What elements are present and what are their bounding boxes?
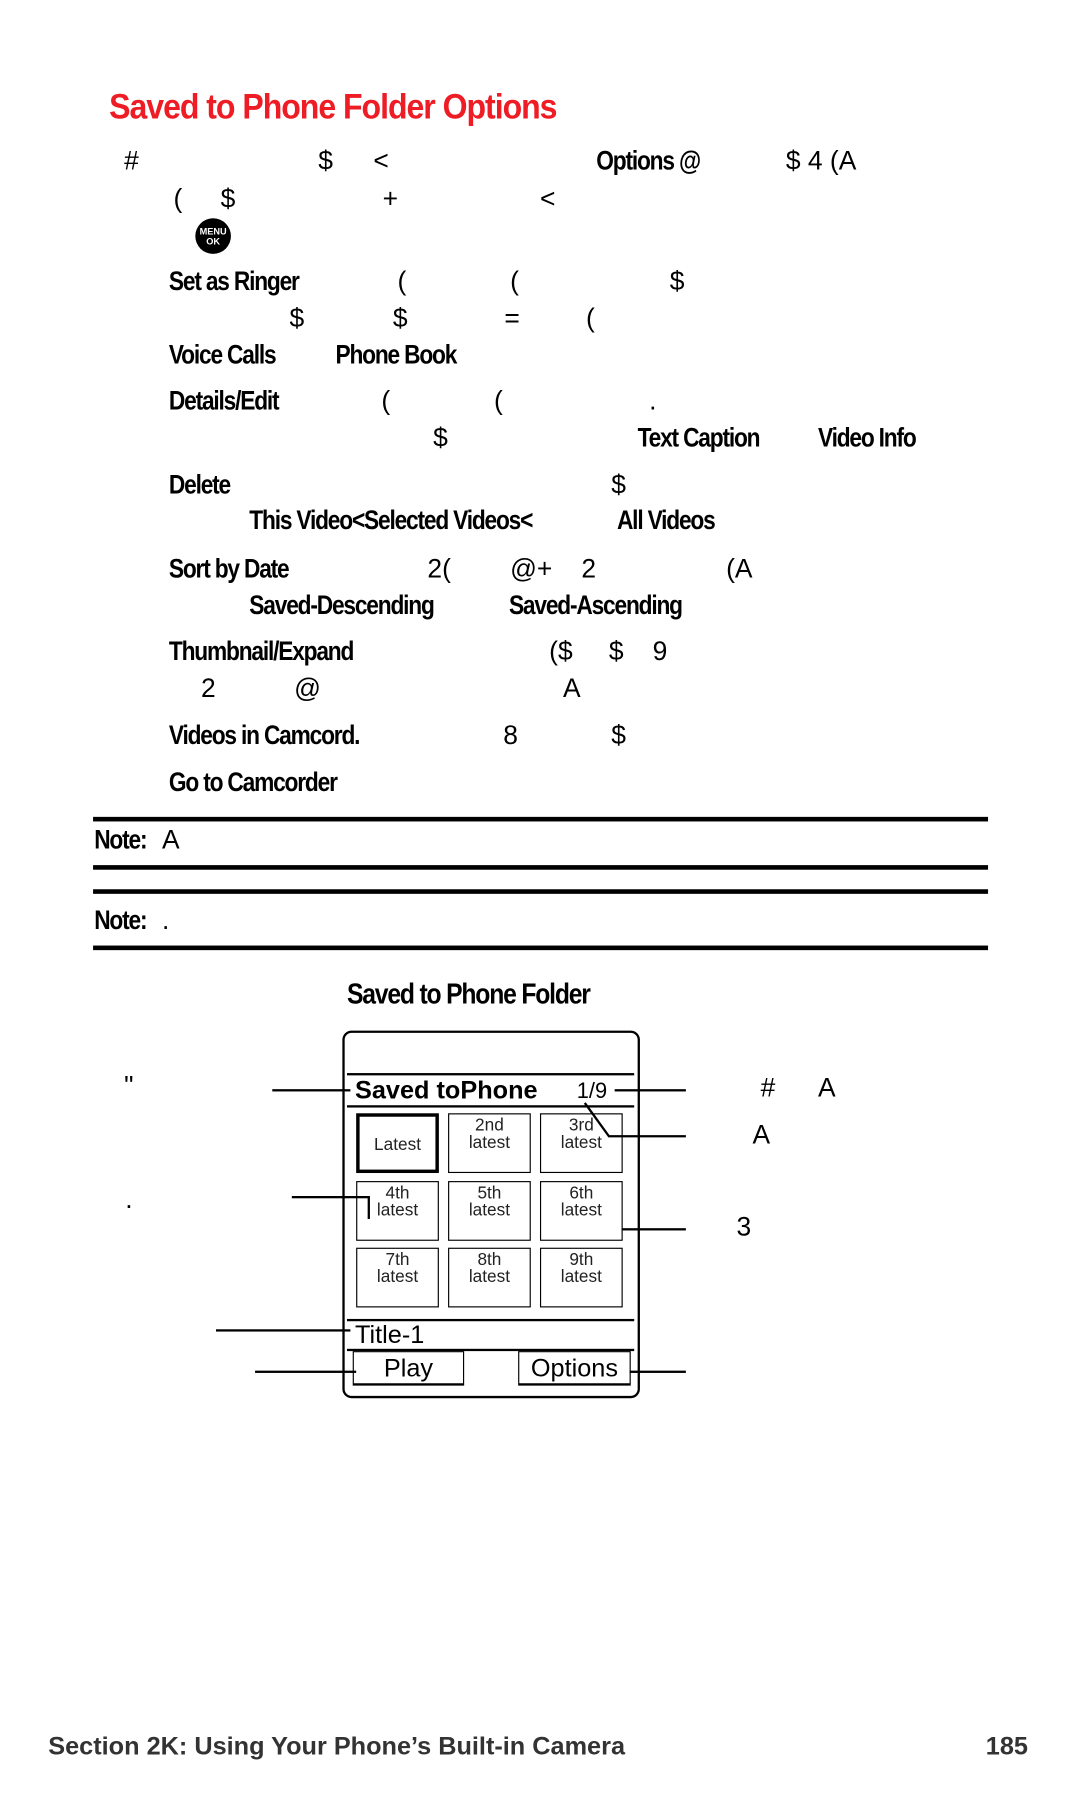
callout-text: " xyxy=(124,1070,134,1101)
intro-text: # xyxy=(124,145,139,176)
thumbnail-cell: 5th latest xyxy=(448,1181,531,1241)
all-videos-label: All Videos xyxy=(616,504,716,535)
option-text: $ xyxy=(289,302,305,333)
option-text: ( xyxy=(494,385,503,416)
callout-line xyxy=(367,1196,370,1219)
callout-line xyxy=(255,1370,357,1373)
callout-line xyxy=(629,1370,686,1373)
voice-calls-label: Voice Calls xyxy=(168,339,277,370)
footer-section: Section 2K: Using Your Phone’s Built-in … xyxy=(48,1731,626,1761)
option-text: . xyxy=(649,385,657,416)
note-label: Note: xyxy=(94,824,147,855)
option-text: $ xyxy=(392,302,408,333)
option-text: ( xyxy=(585,302,595,333)
option-text: @ xyxy=(294,672,321,703)
callout-line xyxy=(215,1329,351,1332)
options-softkey: Options xyxy=(518,1351,631,1386)
intro-text: $ xyxy=(220,183,236,214)
option-details-edit: Details/Edit xyxy=(168,385,280,416)
option-delete: Delete xyxy=(168,469,231,500)
divider xyxy=(93,945,989,951)
thumbnail-cell: 2nd latest xyxy=(448,1113,531,1174)
intro-text: $ xyxy=(318,145,333,176)
divider xyxy=(93,865,989,870)
callout-text: A xyxy=(818,1072,836,1103)
option-text: ($ xyxy=(549,635,573,666)
figure-heading: Saved to Phone Folder xyxy=(346,978,591,1011)
screen-title: Title-1 xyxy=(355,1320,425,1349)
option-text: $ xyxy=(608,635,624,666)
intro-text: < xyxy=(539,183,556,214)
option-text: 2 xyxy=(581,553,597,584)
thumbnail-cell: 9th latest xyxy=(539,1247,623,1308)
divider xyxy=(93,889,989,894)
option-text: $ xyxy=(611,719,626,750)
note-label: Note: xyxy=(94,904,147,935)
option-text: $ xyxy=(669,265,685,296)
callout-text: A xyxy=(752,1119,771,1150)
option-videos-in-camcord: Videos in Camcord. xyxy=(168,719,361,750)
page-title: Saved to Phone Folder Options xyxy=(109,86,557,127)
option-text: ( xyxy=(381,385,391,416)
options-label: Options @ xyxy=(596,145,701,176)
callout-text: . xyxy=(125,1183,133,1214)
option-text: $ xyxy=(433,422,448,453)
screen-counter: 1/9 xyxy=(576,1079,608,1104)
option-text: @+ xyxy=(510,553,553,584)
saved-ascending-label: Saved-Ascending xyxy=(508,589,683,620)
callout-line xyxy=(621,1228,686,1231)
option-set-as-ringer: Set as Ringer xyxy=(168,265,300,296)
intro-text: ( xyxy=(173,183,183,214)
intro-text: < xyxy=(373,145,389,176)
callout-line xyxy=(583,1102,686,1138)
option-text: (A xyxy=(726,553,753,584)
screen-header: Saved toPhone xyxy=(355,1075,538,1105)
option-text: = xyxy=(504,302,520,333)
callout-line xyxy=(614,1089,686,1092)
video-info-label: Video Info xyxy=(818,422,917,453)
manual-page: Saved to Phone Folder Options # $ < Opti… xyxy=(0,0,1080,1800)
option-text: A xyxy=(562,672,581,703)
this-selected-videos-label: This Video<Selected Videos< xyxy=(249,504,533,535)
option-thumbnail-expand: Thumbnail/Expand xyxy=(168,635,354,666)
phone-book-label: Phone Book xyxy=(335,339,457,370)
divider xyxy=(93,816,989,822)
option-text: ( xyxy=(397,265,407,296)
page-number: 185 xyxy=(985,1731,1028,1761)
option-go-to-camcorder: Go to Camcorder xyxy=(168,766,338,797)
callout-line xyxy=(272,1089,351,1092)
note-text: A xyxy=(161,824,180,855)
option-text: 9 xyxy=(652,635,668,666)
thumbnail-cell: 8th latest xyxy=(448,1247,531,1308)
play-softkey: Play xyxy=(352,1351,465,1386)
saved-descending-label: Saved-Descending xyxy=(249,589,435,620)
thumbnail-cell: 7th latest xyxy=(356,1247,439,1308)
option-text: 2 xyxy=(201,672,216,703)
option-text: 2( xyxy=(427,553,451,584)
callout-text: # xyxy=(760,1072,776,1103)
option-text: $ xyxy=(611,469,626,500)
callout-text: 3 xyxy=(736,1211,752,1242)
text-caption-label: Text Caption xyxy=(637,422,761,453)
note-text: . xyxy=(161,904,170,935)
thumbnail-cell: 6th latest xyxy=(539,1181,623,1241)
intro-text: + xyxy=(382,183,399,214)
option-sort-by-date: Sort by Date xyxy=(168,553,290,584)
intro-text: $ 4 (A xyxy=(785,145,857,176)
callout-line xyxy=(291,1196,369,1199)
thumbnail-cell: Latest xyxy=(356,1113,439,1174)
option-text: ( xyxy=(510,265,519,296)
menu-ok-key-icon: MENU OK xyxy=(195,218,231,254)
option-text: 8 xyxy=(503,719,518,750)
